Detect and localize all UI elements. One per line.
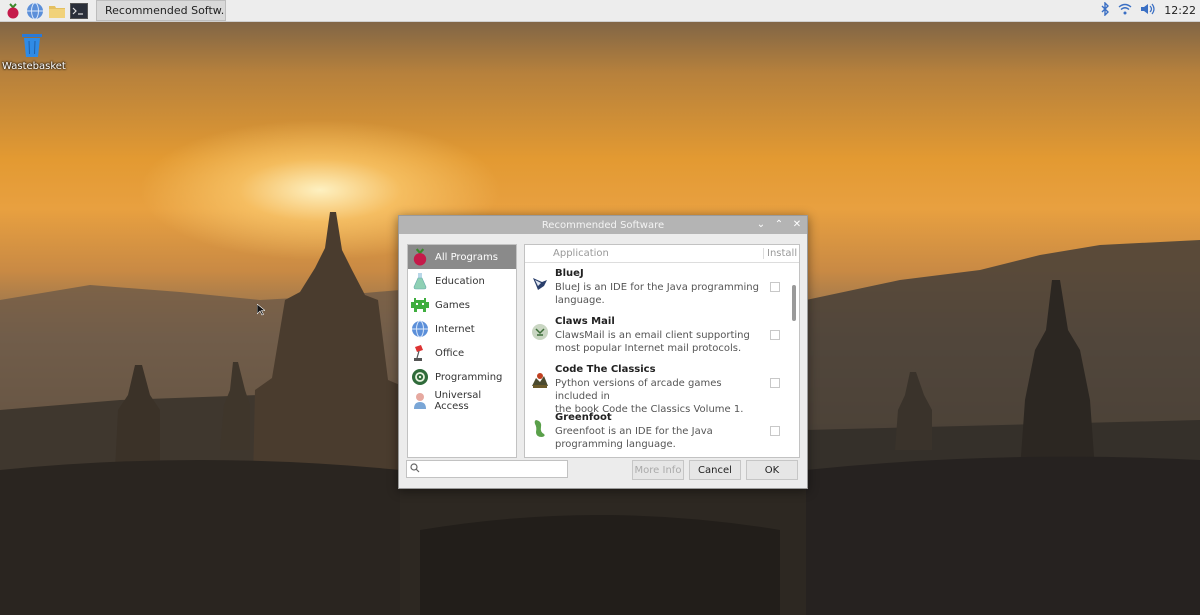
terminal-icon[interactable] (70, 2, 88, 20)
more-info-button[interactable]: More Info (632, 460, 684, 480)
category-label: All Programs (435, 251, 498, 263)
category-label: Programming (435, 371, 503, 383)
bluetooth-icon[interactable] (1100, 1, 1110, 19)
mouse-pointer-icon (257, 304, 265, 316)
application-list-header: Application Install (525, 245, 799, 263)
install-checkbox[interactable] (770, 426, 780, 436)
category-label: Office (435, 347, 465, 359)
install-checkbox[interactable] (770, 282, 780, 292)
volume-icon[interactable] (1140, 3, 1156, 18)
raspberry-icon (411, 248, 429, 266)
dialog-title: Recommended Software (541, 219, 665, 231)
close-button[interactable]: ✕ (791, 218, 803, 231)
category-label: Games (435, 299, 470, 311)
taskbar: Recommended Softw... 12:22 (0, 0, 1200, 22)
app-name: Claws Mail (555, 316, 615, 327)
search-box[interactable] (406, 460, 568, 478)
app-desc-line1: Python versions of arcade games included… (555, 378, 722, 402)
scroll-thumb[interactable] (792, 285, 796, 321)
app-row-greenfoot[interactable]: Greenfoot Greenfoot is an IDE for the Ja… (525, 407, 799, 455)
gear-icon (411, 368, 429, 386)
lamp-icon (411, 344, 429, 362)
category-all-programs[interactable]: All Programs (408, 245, 516, 269)
search-icon (410, 462, 420, 476)
maximize-button[interactable]: ⌃ (773, 218, 785, 231)
app-desc-line1: Greenfoot is an IDE for the Java (555, 426, 713, 437)
app-row-bluej[interactable]: BlueJ BlueJ is an IDE for the Java progr… (525, 263, 799, 311)
file-manager-icon[interactable] (48, 2, 66, 20)
app-row-code-the-classics[interactable]: Code The Classics Python versions of arc… (525, 359, 799, 415)
taskbar-window-label: Recommended Softw... (105, 4, 226, 17)
scrollbar[interactable] (791, 263, 798, 455)
cancel-button[interactable]: Cancel (689, 460, 741, 480)
dialog-titlebar[interactable]: Recommended Software ⌄ ⌃ ✕ (399, 216, 807, 234)
minimize-button[interactable]: ⌄ (755, 218, 767, 231)
ok-button[interactable]: OK (746, 460, 798, 480)
flask-icon (411, 272, 429, 290)
foot-icon (529, 417, 551, 439)
wastebasket-desktop-icon[interactable]: Wastebasket (2, 30, 66, 72)
column-install[interactable]: Install (763, 248, 799, 259)
wastebasket-label: Wastebasket (2, 61, 66, 72)
category-education[interactable]: Education (408, 269, 516, 293)
category-label: Internet (435, 323, 475, 335)
trash-icon (22, 34, 42, 57)
category-office[interactable]: Office (408, 341, 516, 365)
app-row-claws-mail[interactable]: Claws Mail ClawsMail is an email client … (525, 311, 799, 359)
application-list: Application Install BlueJ BlueJ is an ID… (524, 244, 800, 458)
category-list: All Programs Education Games Internet Of… (407, 244, 517, 458)
bird-icon (529, 273, 551, 295)
app-desc-line2: language. (555, 295, 605, 306)
app-desc-line1: ClawsMail is an email client supporting (555, 330, 750, 341)
app-desc-line2: programming language. (555, 439, 676, 450)
app-desc-line1: BlueJ is an IDE for the Java programming (555, 282, 759, 293)
web-browser-icon[interactable] (26, 2, 44, 20)
category-label: Universal Access (434, 390, 482, 412)
globe-icon (411, 320, 429, 338)
claws-icon (529, 321, 551, 343)
category-label: Education (435, 275, 485, 287)
invader-icon (411, 296, 429, 314)
system-tray: 12:22 (1100, 0, 1200, 21)
clock[interactable]: 12:22 (1164, 4, 1196, 17)
category-games[interactable]: Games (408, 293, 516, 317)
person-icon (411, 392, 428, 410)
install-checkbox[interactable] (770, 330, 780, 340)
category-programming[interactable]: Programming (408, 365, 516, 389)
category-internet[interactable]: Internet (408, 317, 516, 341)
app-name: BlueJ (555, 268, 584, 279)
install-checkbox[interactable] (770, 378, 780, 388)
wifi-icon[interactable] (1118, 3, 1132, 18)
app-name: Greenfoot (555, 412, 612, 423)
category-universal-access[interactable]: Universal Access (408, 389, 516, 413)
arcade-icon (529, 369, 551, 391)
column-application[interactable]: Application (525, 248, 763, 259)
search-input[interactable] (420, 462, 567, 476)
taskbar-window-button[interactable]: Recommended Softw... (96, 0, 226, 21)
raspberry-menu-icon[interactable] (4, 2, 22, 20)
app-name: Code The Classics (555, 364, 656, 375)
app-desc-line2: most popular Internet mail protocols. (555, 343, 742, 354)
recommended-software-dialog: Recommended Software ⌄ ⌃ ✕ All Programs … (398, 215, 808, 489)
